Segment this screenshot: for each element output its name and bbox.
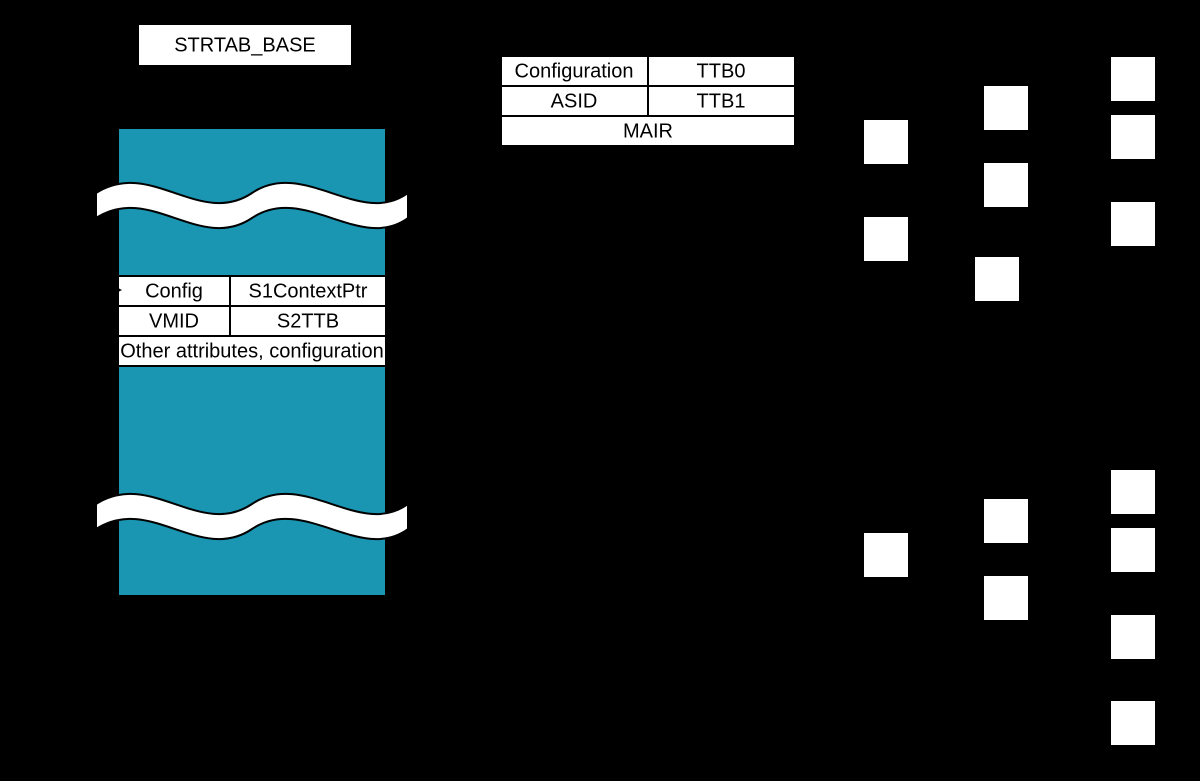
arrow-ste-to-context <box>386 93 502 290</box>
ste-other-label: Other attributes, configuration <box>120 340 383 362</box>
ste-vmid-label: VMID <box>149 310 199 332</box>
ste-s2ttb-label: S2TTB <box>277 310 339 332</box>
arrow-ste-to-stage2 <box>386 320 842 447</box>
pagetable-tree-lower <box>840 440 1156 746</box>
cd-asid-label: ASID <box>551 90 598 112</box>
context-descriptor: Configuration TTB0 ASID TTB1 MAIR <box>501 56 795 146</box>
ste-config-label: Config <box>145 280 203 302</box>
cd-configuration-label: Configuration <box>515 60 634 82</box>
cd-ttb1-label: TTB1 <box>697 90 746 112</box>
stream-table-entry: Config S1ContextPtr VMID S2TTB Other att… <box>118 276 386 366</box>
cd-ttb0-label: TTB0 <box>697 60 746 82</box>
strtab-base-label: STRTAB_BASE <box>174 34 316 56</box>
ste-s1contextptr-label: S1ContextPtr <box>249 280 368 302</box>
pagetable-tree-upper <box>795 56 1156 302</box>
cd-mair-label: MAIR <box>623 120 673 142</box>
